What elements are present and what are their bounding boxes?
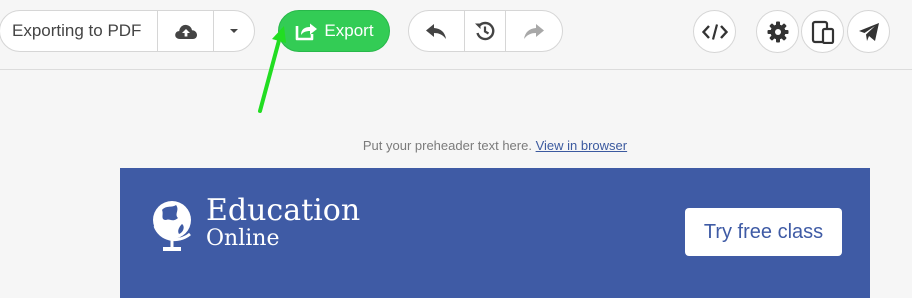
globe-icon <box>153 201 191 251</box>
mobile-tablet-icon <box>811 20 834 44</box>
brand-logo: Education Online <box>146 196 360 254</box>
history-button[interactable] <box>465 11 507 51</box>
logo-line-1: Education <box>206 193 361 228</box>
settings-button[interactable] <box>756 10 799 53</box>
try-free-class-button[interactable]: Try free class <box>685 208 842 256</box>
caret-down-icon <box>230 29 239 33</box>
save-to-cloud-button[interactable] <box>158 11 215 51</box>
view-in-browser-link[interactable]: View in browser <box>536 138 628 153</box>
logo-line-2: Online <box>206 226 280 251</box>
more-options-button[interactable] <box>214 11 254 51</box>
share-square-icon <box>296 23 318 41</box>
export-button[interactable]: Export <box>278 10 390 52</box>
export-label: Export <box>324 21 374 40</box>
gear-icon <box>767 21 788 42</box>
preheader-text: Put your preheader text here. <box>362 138 532 153</box>
document-name[interactable]: Exporting to PDF <box>0 11 159 51</box>
redo-icon <box>524 24 545 39</box>
history-group <box>408 10 563 52</box>
document-group: Exporting to PDF <box>0 10 256 52</box>
code-editor-button[interactable] <box>693 10 736 53</box>
history-icon <box>475 21 495 41</box>
preheader: Put your preheader text here. View in br… <box>0 138 912 153</box>
reply-icon <box>426 24 447 39</box>
undo-button[interactable] <box>409 11 465 51</box>
device-preview-button[interactable] <box>801 10 844 53</box>
code-icon <box>701 23 728 40</box>
editor-toolbar: Exporting to PDF Export <box>0 0 912 70</box>
cloud-upload-icon <box>175 24 197 39</box>
send-button[interactable] <box>847 10 890 53</box>
paper-plane-icon <box>858 22 879 41</box>
annotation-arrow <box>258 26 286 113</box>
email-header-banner: Education Online Try free class <box>120 168 870 298</box>
redo-button[interactable] <box>506 11 562 51</box>
